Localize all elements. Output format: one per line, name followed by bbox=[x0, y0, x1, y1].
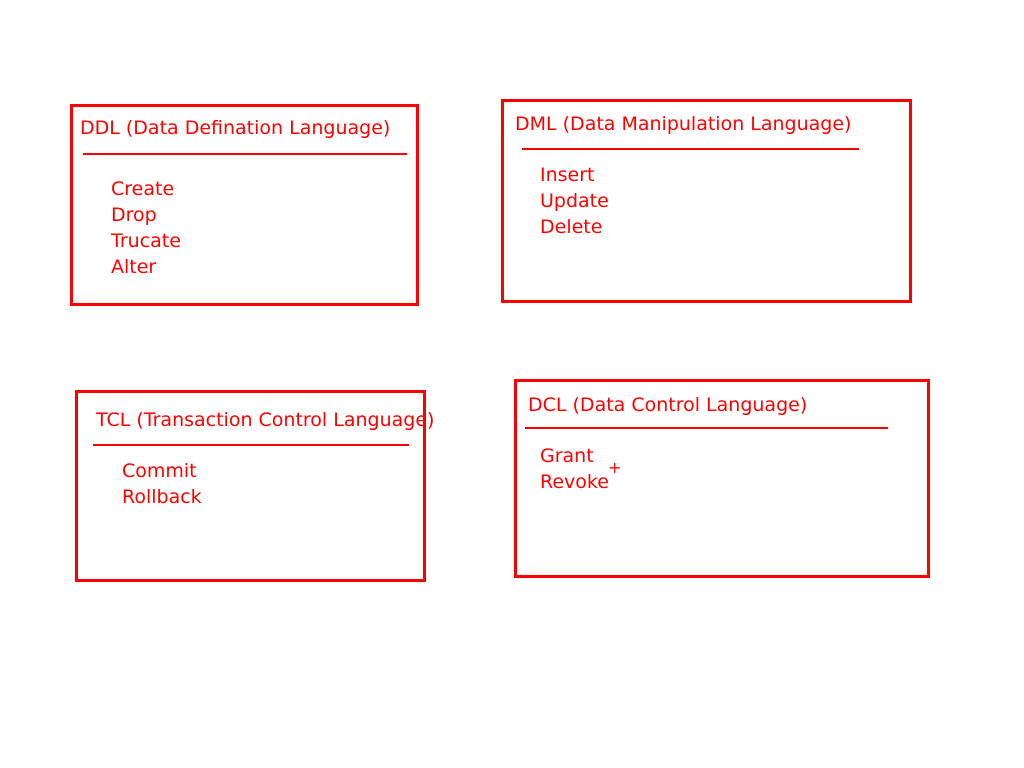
ddl-item-drop: Drop bbox=[111, 204, 157, 226]
dcl-item-list: Grant Revoke bbox=[540, 443, 609, 495]
ddl-item-list: Create Drop Trucate Alter bbox=[111, 176, 181, 280]
tcl-item-commit: Commit bbox=[122, 460, 197, 482]
tcl-divider bbox=[93, 444, 409, 446]
dml-item-insert: Insert bbox=[540, 164, 595, 186]
tcl-title: TCL (Transaction Control Language) bbox=[96, 409, 435, 431]
ddl-item-trucate: Trucate bbox=[111, 230, 181, 252]
dml-item-list: Insert Update Delete bbox=[540, 162, 609, 240]
dml-item-delete: Delete bbox=[540, 216, 603, 238]
dml-item-update: Update bbox=[540, 190, 609, 212]
dcl-item-revoke: Revoke bbox=[540, 471, 609, 493]
ddl-divider bbox=[83, 153, 407, 155]
crosshair-cursor-icon: + bbox=[608, 458, 622, 477]
diagram-canvas: DDL (Data Defination Language) Create Dr… bbox=[0, 0, 1024, 768]
dcl-item-grant: Grant bbox=[540, 445, 594, 467]
tcl-item-rollback: Rollback bbox=[122, 486, 202, 508]
ddl-item-alter: Alter bbox=[111, 256, 157, 278]
dcl-title: DCL (Data Control Language) bbox=[528, 394, 808, 416]
dml-title: DML (Data Manipulation Language) bbox=[515, 113, 852, 135]
tcl-item-list: Commit Rollback bbox=[122, 458, 202, 510]
ddl-item-create: Create bbox=[111, 178, 175, 200]
dml-divider bbox=[522, 148, 859, 150]
ddl-title: DDL (Data Defination Language) bbox=[80, 117, 391, 139]
dcl-divider bbox=[525, 427, 888, 429]
